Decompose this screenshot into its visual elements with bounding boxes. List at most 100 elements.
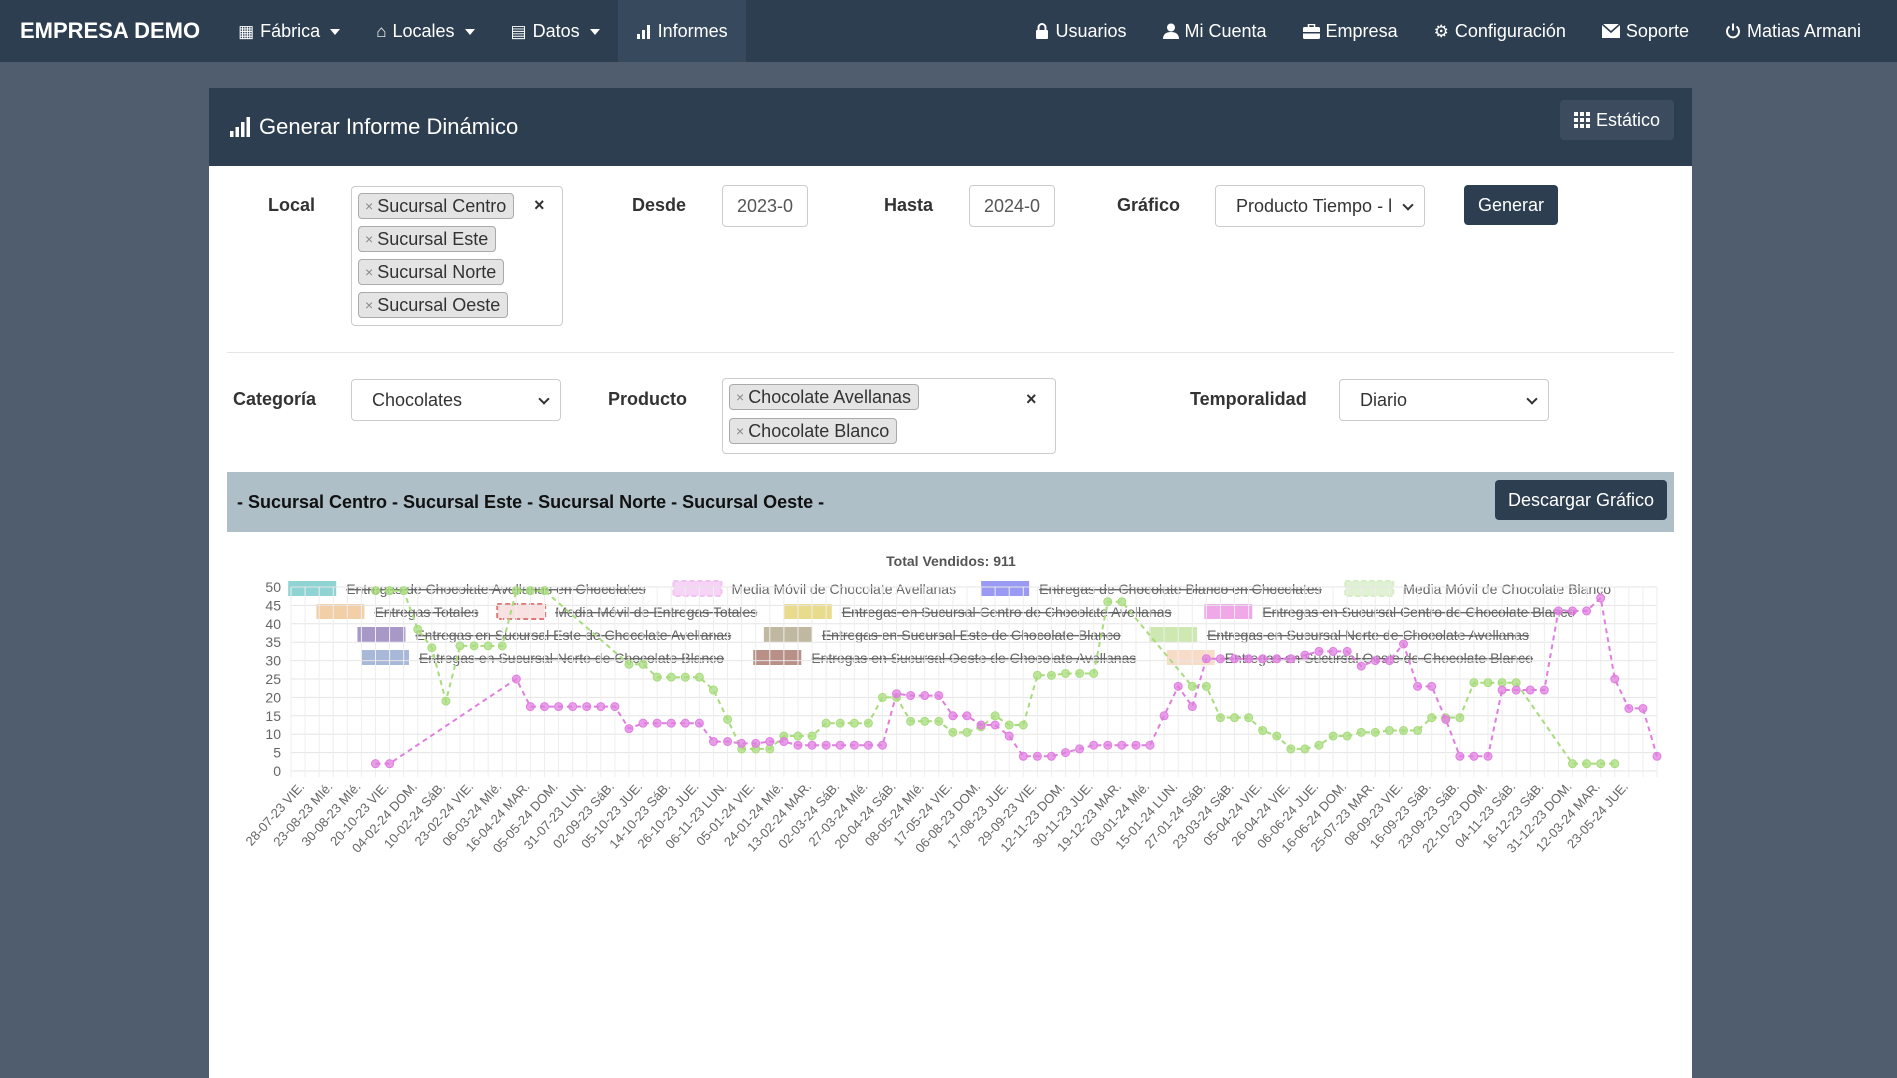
data-point [638, 659, 648, 669]
report-card: Generar Informe Dinámico Estático Local … [209, 88, 1692, 1078]
legend-swatch [288, 581, 337, 596]
legend-label: Entregas en Sucursal Norte de Chocolate … [1207, 627, 1529, 643]
nav-locales-dropdown[interactable]: ⌂ Locales [358, 0, 492, 62]
caret-down-icon [330, 29, 341, 35]
legend-swatch [357, 627, 406, 642]
y-tick-label: 35 [265, 634, 281, 650]
legend-swatch [496, 603, 547, 620]
data-point [1638, 703, 1648, 713]
data-point [1314, 646, 1324, 656]
data-point [1314, 740, 1324, 750]
data-point [1328, 731, 1338, 741]
data-point [1244, 654, 1254, 664]
legend-label: Media Móvil de Chocolate Avellanas [731, 581, 956, 597]
data-point [835, 740, 845, 750]
data-point [525, 702, 535, 712]
data-point [1511, 685, 1521, 695]
data-point [483, 641, 493, 651]
data-point [1103, 740, 1113, 750]
data-point [1117, 597, 1127, 607]
y-tick-label: 30 [265, 653, 281, 669]
data-point [666, 718, 676, 728]
data-point [934, 716, 944, 726]
data-point [511, 674, 521, 684]
data-point [962, 711, 972, 721]
data-point [1413, 681, 1423, 691]
data-point [596, 702, 606, 712]
nav-label: Locales [392, 20, 455, 41]
y-tick-label: 20 [265, 689, 281, 705]
data-point [976, 720, 986, 730]
data-point [723, 737, 733, 747]
data-point [849, 718, 859, 728]
data-point [469, 641, 479, 651]
nav-fabrica-dropdown[interactable]: ▦ Fábrica [220, 0, 358, 62]
data-point [821, 718, 831, 728]
legend-label: Entregas en Sucursal Este de Chocolate A… [415, 627, 731, 643]
data-point [455, 641, 465, 651]
nav-user-logout[interactable]: Matias Armani [1707, 0, 1879, 62]
data-point [737, 738, 747, 748]
nav-usuarios[interactable]: Usuarios [1017, 0, 1144, 62]
data-point [934, 691, 944, 701]
data-point [1075, 668, 1085, 678]
data-point [1032, 670, 1042, 680]
data-point [723, 714, 733, 724]
data-point [370, 586, 380, 596]
data-point [793, 740, 803, 750]
nav-informes[interactable]: Informes [617, 0, 746, 62]
y-tick-label: 40 [265, 616, 281, 632]
data-point [962, 727, 972, 737]
nav-mi-cuenta[interactable]: Mi Cuenta [1145, 0, 1285, 62]
data-point [1399, 639, 1409, 649]
y-tick-label: 5 [273, 745, 281, 761]
data-point [1173, 681, 1183, 691]
nav-empresa[interactable]: Empresa [1285, 0, 1416, 62]
data-point [1342, 731, 1352, 741]
data-point [1441, 714, 1451, 724]
y-tick-label: 45 [265, 597, 281, 613]
data-point [1230, 713, 1240, 723]
data-point [1201, 681, 1211, 691]
data-point [1568, 606, 1578, 616]
data-point [849, 740, 859, 750]
nav-configuracion[interactable]: ⚙ Configuración [1416, 0, 1584, 62]
data-point [1568, 759, 1578, 769]
data-point [906, 691, 916, 701]
data-point [1187, 681, 1197, 691]
data-point [1399, 726, 1409, 736]
briefcase-icon [1302, 23, 1320, 39]
legend-swatch [316, 604, 365, 619]
sales-line-chart: Total Vendidos: 911 Entregas de Chocolate… [242, 553, 1662, 856]
data-point [863, 740, 873, 750]
data-point [1075, 744, 1085, 754]
user-icon [1162, 23, 1179, 39]
data-point [1483, 678, 1493, 688]
data-point [624, 724, 634, 734]
legend-swatch [672, 580, 723, 597]
caret-down-icon [589, 29, 600, 35]
data-point [1525, 685, 1535, 695]
nav-datos-dropdown[interactable]: ▤ Datos [493, 0, 618, 62]
hdd-icon: ▤ [510, 21, 527, 41]
data-point [370, 759, 380, 769]
data-point [920, 691, 930, 701]
nav-soporte[interactable]: Soporte [1584, 0, 1707, 62]
legend-swatch [360, 650, 409, 665]
legend-swatch [1204, 604, 1253, 619]
top-navbar: EMPRESA DEMO ▦ Fábrica ⌂ Locales ▤ Datos… [0, 0, 1897, 62]
data-point [1328, 646, 1338, 656]
legend-label: Entregas en Sucursal Este de Chocolate B… [822, 627, 1121, 643]
data-point [807, 731, 817, 741]
brand-logo[interactable]: EMPRESA DEMO [0, 0, 220, 62]
data-point [694, 672, 704, 682]
data-point [793, 731, 803, 741]
data-point [1596, 593, 1606, 603]
data-point [1061, 748, 1071, 758]
data-point [1300, 744, 1310, 754]
data-point [554, 702, 564, 712]
series-line [375, 596, 1658, 765]
data-point [680, 718, 690, 728]
data-point [708, 737, 718, 747]
data-point [539, 702, 549, 712]
